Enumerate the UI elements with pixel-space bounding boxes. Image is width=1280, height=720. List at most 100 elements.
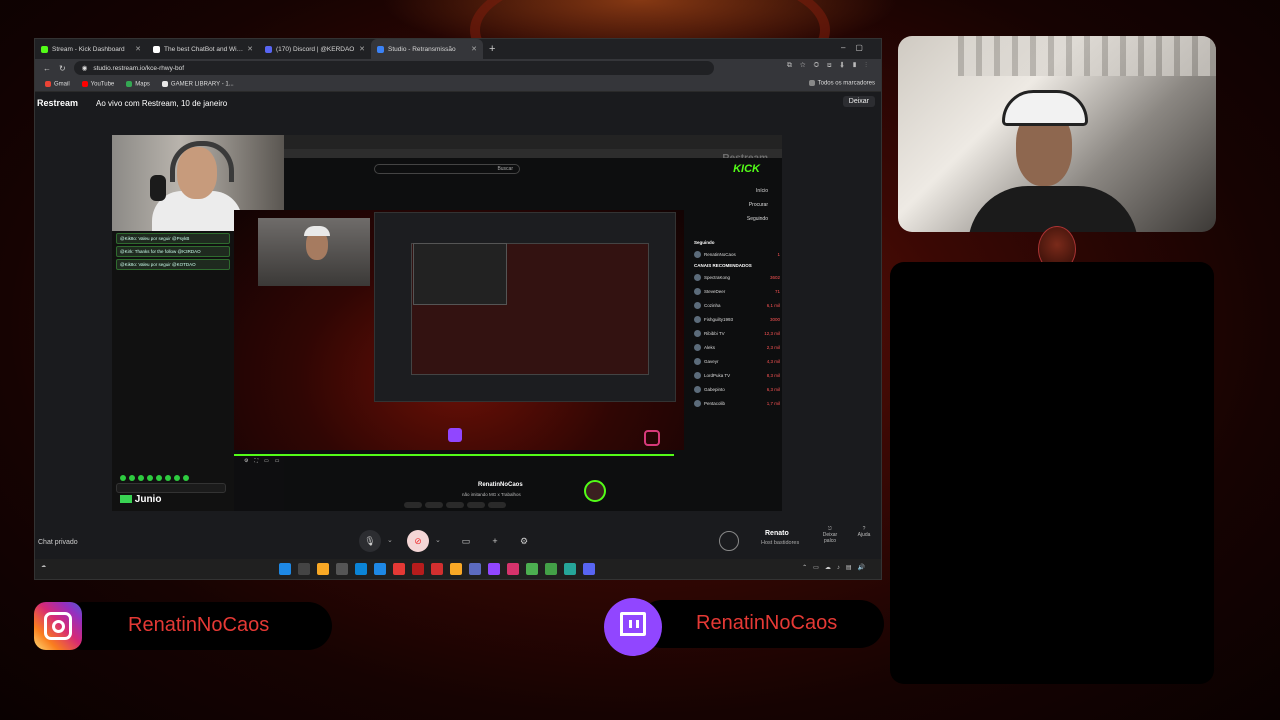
back-icon[interactable]: ← bbox=[43, 64, 51, 73]
instagram-icon bbox=[34, 602, 82, 650]
chat-message: @Kik8o: Valeu por seguir @KOTDAO bbox=[116, 259, 230, 270]
tab-discord[interactable]: (170) Discord | @KERDAO ✕ bbox=[259, 39, 371, 59]
app-icon[interactable] bbox=[431, 563, 443, 575]
tab-restream-studio[interactable]: Studio - Retransmissão ✕ bbox=[371, 39, 483, 59]
recommended-header: CANAIS RECOMENDADOS bbox=[694, 263, 752, 268]
discord-icon[interactable] bbox=[583, 563, 595, 575]
screen-share: Restream Buscar KICK Início Procurar Seg… bbox=[234, 135, 782, 511]
app-icon[interactable] bbox=[564, 563, 576, 575]
app-icon[interactable] bbox=[526, 563, 538, 575]
teams-icon[interactable] bbox=[469, 563, 481, 575]
channel-item[interactable]: SteveDeer 71 bbox=[694, 286, 780, 296]
window-controls[interactable]: –▢ bbox=[841, 43, 873, 52]
page-title: Ao vivo com Restream, 10 de janeiro bbox=[96, 98, 228, 108]
emote-icon bbox=[165, 475, 171, 481]
all-bookmarks[interactable]: Todos os marcadores bbox=[808, 80, 875, 87]
folder-icon bbox=[808, 80, 815, 86]
studio-controls: Chat privado 🎙 ⌄ ⊘ ⌄ ▭ + ⚙ Renato Host b… bbox=[35, 524, 881, 564]
add-button[interactable]: + bbox=[484, 530, 506, 552]
camera-off-button[interactable]: ⊘ bbox=[407, 530, 429, 552]
new-tab-button[interactable]: + bbox=[489, 43, 495, 55]
stream-player[interactable]: ⚙⛶▭▭ bbox=[234, 210, 684, 464]
kick-nav-following[interactable]: Seguindo bbox=[747, 212, 768, 226]
close-icon[interactable]: ✕ bbox=[247, 45, 253, 53]
app-icon[interactable] bbox=[412, 563, 424, 575]
kick-nav-browse[interactable]: Procurar bbox=[747, 198, 768, 212]
browser-toolbar-icons[interactable]: ⧉☆◎⧈⬇▮⋮ bbox=[787, 62, 875, 70]
tab-title: Stream - Kick Dashboard bbox=[52, 45, 125, 53]
channel-item[interactable]: Ribibbi TV 12,3 mil bbox=[694, 328, 780, 338]
private-chat-button[interactable]: Chat privado bbox=[38, 539, 78, 546]
reload-icon[interactable]: ↻ bbox=[59, 64, 66, 73]
instagram-icon[interactable] bbox=[507, 563, 519, 575]
browser-window: Stream - Kick Dashboard ✕ The best ChatB… bbox=[34, 38, 882, 580]
channel-item[interactable]: Aleks 2,3 mil bbox=[694, 342, 780, 352]
streamer-avatar[interactable] bbox=[584, 480, 606, 502]
tab-title: The best ChatBot and Widget bbox=[164, 45, 244, 53]
kick-search[interactable]: Buscar bbox=[374, 164, 520, 174]
tab-title: Studio - Retransmissão bbox=[388, 45, 456, 53]
exit-button[interactable]: Deixar bbox=[842, 96, 875, 107]
microphone bbox=[150, 175, 166, 201]
microphone-button[interactable]: 🎙 bbox=[359, 530, 381, 552]
twitch-icon bbox=[448, 428, 462, 442]
nested-screen bbox=[374, 212, 676, 402]
streamer-name[interactable]: RenatinNoCaos bbox=[478, 482, 523, 488]
bookmark-youtube[interactable]: YouTube bbox=[81, 80, 114, 87]
channel-item[interactable]: SpectraKong 3602 bbox=[694, 272, 780, 282]
close-icon[interactable]: ✕ bbox=[135, 45, 141, 53]
kick-icon[interactable] bbox=[545, 563, 557, 575]
kick-nav-home[interactable]: Início bbox=[747, 184, 768, 198]
channel-item[interactable]: Gaveyr 4,3 mil bbox=[694, 356, 780, 366]
chrome-icon[interactable] bbox=[393, 563, 405, 575]
avatar[interactable] bbox=[719, 531, 739, 551]
chat-input[interactable] bbox=[116, 483, 226, 493]
channel-item[interactable]: Gabepinto 6,3 mil bbox=[694, 384, 780, 394]
nested-webcam bbox=[258, 218, 370, 286]
windows-start-icon[interactable] bbox=[279, 563, 291, 575]
file-explorer-icon[interactable] bbox=[336, 563, 348, 575]
close-icon[interactable]: ✕ bbox=[359, 45, 365, 53]
channel-item[interactable]: LordPuka TV 8,3 mil bbox=[694, 370, 780, 380]
settings-button[interactable]: ⚙ bbox=[513, 530, 535, 552]
channel-avatar bbox=[694, 385, 701, 393]
channel-item[interactable]: RenatinNoCaos 1 bbox=[694, 249, 780, 259]
tab-bar: Stream - Kick Dashboard ✕ The best ChatB… bbox=[35, 39, 881, 59]
kick-logo: KICK bbox=[733, 163, 760, 175]
kick-sidebar: Seguindo RenatinNoCaos 1 CANAIS RECOMENDA… bbox=[694, 238, 780, 412]
site-info-icon[interactable]: ◉ bbox=[82, 64, 88, 72]
stream-canvas: @Kik8o: Valeu por seguir @PsykB @Kirk: T… bbox=[112, 135, 782, 511]
close-icon[interactable]: ✕ bbox=[471, 45, 477, 53]
store-icon[interactable] bbox=[355, 563, 367, 575]
widgets-icon[interactable] bbox=[317, 563, 329, 575]
tab-chatbot[interactable]: The best ChatBot and Widget ✕ bbox=[147, 39, 259, 59]
search-icon[interactable] bbox=[298, 563, 310, 575]
emote-icon bbox=[147, 475, 153, 481]
bookmark-gmail[interactable]: Gmail bbox=[45, 80, 70, 87]
player-control-icons[interactable]: ⚙⛶▭▭ bbox=[244, 458, 285, 464]
progress-bar[interactable] bbox=[234, 454, 674, 456]
url-field[interactable]: ◉ studio.restream.io/kce-rhwy-bof bbox=[73, 61, 714, 75]
leave-stage-button[interactable]: ⎋ Deixar palco bbox=[819, 526, 841, 544]
weather-widget[interactable]: ☁ bbox=[41, 563, 46, 569]
channel-item[interactable]: Pentacolib 1,7 mil bbox=[694, 398, 780, 408]
edge-icon[interactable] bbox=[374, 563, 386, 575]
user-role: Host bastidores bbox=[761, 540, 800, 546]
channel-avatar bbox=[694, 301, 701, 309]
channel-avatar bbox=[694, 343, 701, 351]
address-bar-row: ← ↻ ◉ studio.restream.io/kce-rhwy-bof ⧉☆… bbox=[35, 59, 881, 77]
bookmark-gamer-library[interactable]: GAMER LIBRARY - 1... bbox=[161, 80, 234, 87]
bookmark-maps[interactable]: Maps bbox=[126, 80, 150, 87]
folder-icon[interactable] bbox=[450, 563, 462, 575]
system-tray[interactable]: ⌃▭☁♪▤🔊 bbox=[802, 564, 871, 571]
tab-kick-dashboard[interactable]: Stream - Kick Dashboard ✕ bbox=[35, 39, 147, 59]
share-screen-button[interactable]: ▭ bbox=[455, 530, 477, 552]
help-button[interactable]: ? Ajuda bbox=[853, 526, 875, 538]
chevron-down-icon[interactable]: ⌄ bbox=[387, 536, 393, 544]
channel-item[interactable]: Cozinha 6,1 mil bbox=[694, 300, 780, 310]
channel-item[interactable]: Fishguilty1993 3000 bbox=[694, 314, 780, 324]
restream-logo: Restream bbox=[37, 98, 79, 108]
twitch-icon[interactable] bbox=[488, 563, 500, 575]
restream-icon bbox=[377, 45, 384, 53]
chevron-down-icon[interactable]: ⌄ bbox=[435, 536, 441, 544]
